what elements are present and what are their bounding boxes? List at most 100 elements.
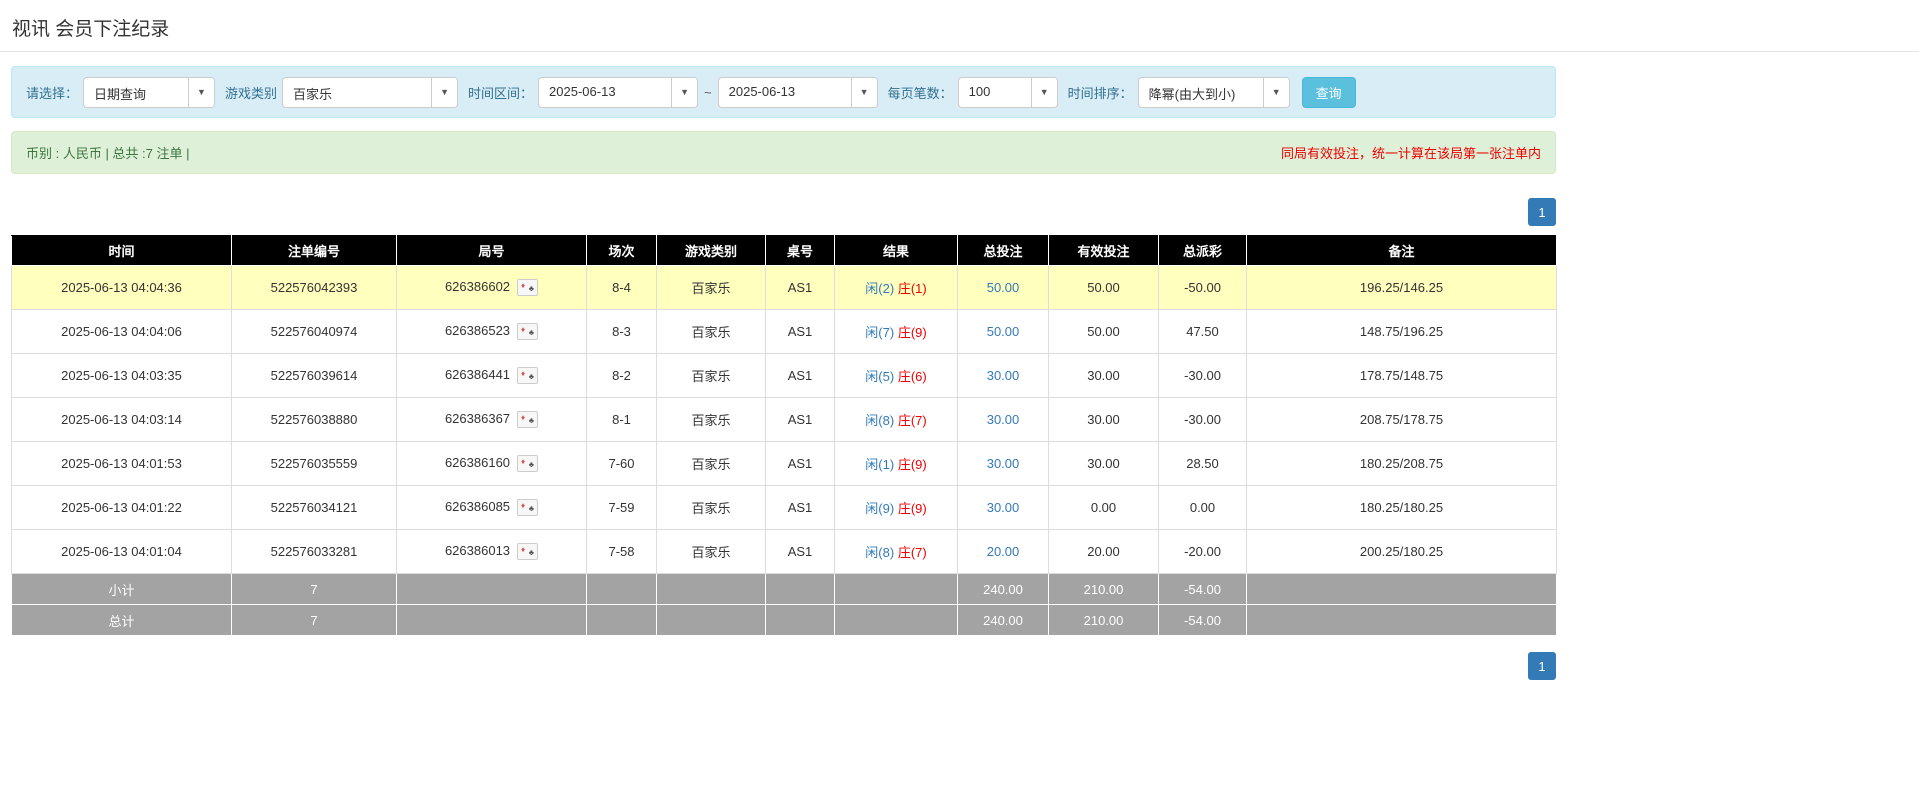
view-cards-icon[interactable] xyxy=(517,279,538,296)
result-player: 闲(5) xyxy=(865,369,894,384)
cell-time: 2025-06-13 04:04:06 xyxy=(12,310,232,354)
cell-remark: 180.25/180.25 xyxy=(1247,486,1557,530)
cell-session: 7-59 xyxy=(587,486,657,530)
cell-valid-bet: 30.00 xyxy=(1049,442,1159,486)
result-player: 闲(7) xyxy=(865,325,894,340)
cell-session: 8-2 xyxy=(587,354,657,398)
cell-bet-id: 522576038880 xyxy=(232,398,397,442)
page-1-button[interactable]: 1 xyxy=(1528,652,1556,680)
result-banker: 庄(1) xyxy=(898,281,927,296)
total-bet-link[interactable]: 50.00 xyxy=(987,280,1020,295)
table-header: 时间注单编号局号场次游戏类别桌号结果总投注有效投注总派彩备注 xyxy=(12,236,1557,266)
valid-bet-note-text: 同局有效投注，统一计算在该局第一张注单内 xyxy=(1281,143,1541,162)
round-id-text: 626386085 xyxy=(445,499,510,514)
view-cards-icon[interactable] xyxy=(517,543,538,560)
summary-cell xyxy=(835,574,958,605)
query-type-select[interactable]: 日期查询 ▼ xyxy=(83,77,215,108)
summary-row: 小计7240.00210.00-54.00 xyxy=(12,574,1557,605)
round-id-text: 626386523 xyxy=(445,323,510,338)
cell-payout: 28.50 xyxy=(1159,442,1247,486)
cell-bet-id: 522576033281 xyxy=(232,530,397,574)
summary-count: 7 xyxy=(232,574,397,605)
search-button[interactable]: 查询 xyxy=(1302,77,1356,108)
cell-bet-id: 522576039614 xyxy=(232,354,397,398)
result-banker: 庄(6) xyxy=(898,369,927,384)
cell-remark: 196.25/146.25 xyxy=(1247,266,1557,310)
view-cards-icon[interactable] xyxy=(517,499,538,516)
summary-total-bet: 240.00 xyxy=(958,605,1049,636)
time-range-label: 时间区间： xyxy=(468,83,533,102)
time-sort-label: 时间排序： xyxy=(1068,83,1133,102)
summary-payout: -54.00 xyxy=(1159,605,1247,636)
page-size-select[interactable]: 100 ▼ xyxy=(958,77,1058,108)
round-id-text: 626386602 xyxy=(445,279,510,294)
view-cards-icon[interactable] xyxy=(517,455,538,472)
total-bet-link[interactable]: 50.00 xyxy=(987,324,1020,339)
cell-game-type: 百家乐 xyxy=(657,310,766,354)
cell-result: 闲(8) 庄(7) xyxy=(835,398,958,442)
cell-time: 2025-06-13 04:03:14 xyxy=(12,398,232,442)
chevron-down-icon[interactable]: ▼ xyxy=(1263,78,1289,107)
view-cards-icon[interactable] xyxy=(517,323,538,340)
cell-payout: -50.00 xyxy=(1159,266,1247,310)
table-row: 2025-06-13 04:01:22522576034121626386085… xyxy=(12,486,1557,530)
time-sort-select[interactable]: 降幂(由大到小) ▼ xyxy=(1138,77,1290,108)
date-to-value: 2025-06-13 xyxy=(719,78,851,107)
chevron-down-icon[interactable]: ▼ xyxy=(188,78,214,107)
cell-bet-id: 522576035559 xyxy=(232,442,397,486)
summary-cell xyxy=(1247,574,1557,605)
cell-game-type: 百家乐 xyxy=(657,266,766,310)
total-bet-link[interactable]: 30.00 xyxy=(987,500,1020,515)
cell-time: 2025-06-13 04:01:53 xyxy=(12,442,232,486)
cell-time: 2025-06-13 04:01:04 xyxy=(12,530,232,574)
page-size-value: 100 xyxy=(959,78,1031,107)
result-player: 闲(2) xyxy=(865,281,894,296)
cell-round-id: 626386013 xyxy=(397,530,587,574)
cell-session: 7-58 xyxy=(587,530,657,574)
column-header: 总投注 xyxy=(958,236,1049,266)
date-from-select[interactable]: 2025-06-13 ▼ xyxy=(538,77,698,108)
cell-remark: 178.75/148.75 xyxy=(1247,354,1557,398)
cell-payout: 47.50 xyxy=(1159,310,1247,354)
cell-total-bet: 50.00 xyxy=(958,310,1049,354)
cell-table-no: AS1 xyxy=(766,442,835,486)
view-cards-icon[interactable] xyxy=(517,367,538,384)
summary-cell xyxy=(766,574,835,605)
column-header: 时间 xyxy=(12,236,232,266)
chevron-down-icon[interactable]: ▼ xyxy=(671,78,697,107)
game-type-select[interactable]: 百家乐 ▼ xyxy=(282,77,458,108)
column-header: 游戏类别 xyxy=(657,236,766,266)
view-cards-icon[interactable] xyxy=(517,411,538,428)
cell-session: 7-60 xyxy=(587,442,657,486)
cell-table-no: AS1 xyxy=(766,530,835,574)
pagination-bottom: 1 xyxy=(11,652,1556,680)
summary-cell xyxy=(657,605,766,636)
result-banker: 庄(9) xyxy=(898,501,927,516)
table-row: 2025-06-13 04:03:35522576039614626386441… xyxy=(12,354,1557,398)
total-bet-link[interactable]: 30.00 xyxy=(987,456,1020,471)
cell-session: 8-4 xyxy=(587,266,657,310)
page-1-button[interactable]: 1 xyxy=(1528,198,1556,226)
round-id-text: 626386160 xyxy=(445,455,510,470)
total-bet-link[interactable]: 30.00 xyxy=(987,368,1020,383)
summary-label: 总计 xyxy=(12,605,232,636)
column-header: 有效投注 xyxy=(1049,236,1159,266)
cell-game-type: 百家乐 xyxy=(657,530,766,574)
cell-result: 闲(7) 庄(9) xyxy=(835,310,958,354)
cell-payout: -30.00 xyxy=(1159,354,1247,398)
cell-table-no: AS1 xyxy=(766,354,835,398)
cell-total-bet: 30.00 xyxy=(958,442,1049,486)
cell-game-type: 百家乐 xyxy=(657,354,766,398)
chevron-down-icon[interactable]: ▼ xyxy=(851,78,877,107)
total-bet-link[interactable]: 30.00 xyxy=(987,412,1020,427)
date-to-select[interactable]: 2025-06-13 ▼ xyxy=(718,77,878,108)
total-bet-link[interactable]: 20.00 xyxy=(987,544,1020,559)
chevron-down-icon[interactable]: ▼ xyxy=(431,78,457,107)
summary-cell xyxy=(835,605,958,636)
result-banker: 庄(7) xyxy=(898,413,927,428)
column-header: 结果 xyxy=(835,236,958,266)
cell-total-bet: 50.00 xyxy=(958,266,1049,310)
result-player: 闲(1) xyxy=(865,457,894,472)
chevron-down-icon[interactable]: ▼ xyxy=(1031,78,1057,107)
summary-row: 总计7240.00210.00-54.00 xyxy=(12,605,1557,636)
